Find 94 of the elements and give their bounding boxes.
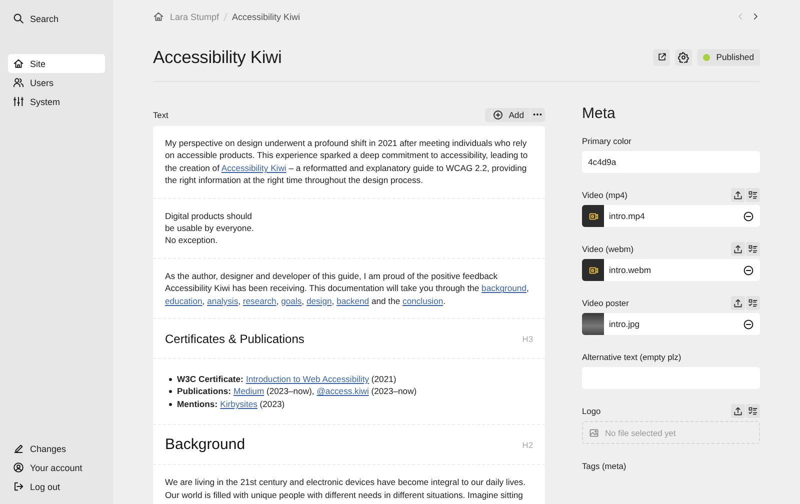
select-button[interactable] [746, 188, 760, 202]
checklist-icon [748, 244, 758, 254]
bullet-icon [169, 402, 172, 406]
remove-icon[interactable] [743, 264, 754, 276]
file-item[interactable]: intro.jpg [582, 313, 760, 335]
select-button[interactable] [746, 296, 760, 310]
link[interactable]: design [306, 296, 332, 306]
field-label: Video (webm) [582, 244, 634, 254]
bullet-icon [169, 390, 172, 394]
home-icon[interactable] [153, 11, 164, 22]
link[interactable]: @access.kiwi [316, 386, 369, 396]
link[interactable]: conclusion [402, 296, 444, 306]
field-label: Video poster [582, 298, 629, 308]
user-circle-icon [13, 462, 24, 473]
search-icon [13, 13, 24, 24]
text-input[interactable]: 4c4d9a [582, 151, 760, 173]
settings-icon [678, 52, 690, 62]
search-button[interactable]: Search [8, 9, 105, 28]
status-dot [703, 54, 710, 60]
edit-icon [13, 443, 24, 454]
file-name: intro.jpg [609, 319, 641, 329]
heading-level-label: H3 [522, 334, 533, 344]
checklist-icon [748, 298, 758, 308]
upload-icon [733, 244, 743, 254]
remove-icon[interactable] [743, 210, 754, 222]
upload-button[interactable] [731, 296, 745, 310]
open-external-button[interactable] [653, 48, 670, 66]
add-button[interactable]: Add [484, 110, 528, 120]
sidebar-item[interactable]: System [8, 92, 105, 111]
link[interactable]: background [482, 283, 526, 294]
link[interactable]: education [165, 296, 202, 306]
select-button[interactable] [746, 242, 760, 256]
paragraph: My perspective on design underwent a profound shift in 2021 after meeting individuals who rely on accessible products. This experience sparked a deep commitment to accessibility, leading to the creation of Accessibility Kiwi – a reformatted and explanatory guide to WCAG 2.2, providing the right information at the right time throughout the design process. [165, 137, 529, 187]
users-icon [13, 77, 24, 88]
field-label: Logo [582, 406, 601, 416]
sidebar-item[interactable]: Site [8, 54, 105, 73]
status-button[interactable]: Published [697, 48, 760, 66]
video-file-icon [588, 264, 598, 276]
image-icon [589, 428, 599, 438]
upload-icon [733, 298, 743, 308]
link[interactable]: backend [336, 296, 370, 306]
select-button[interactable] [746, 404, 760, 418]
link[interactable]: Accessibility Kiwi [221, 162, 286, 173]
field-label: Video (mp4) [582, 190, 628, 200]
link[interactable]: Introduction to Web Accessibility [246, 374, 370, 384]
photo-placeholder [582, 313, 604, 335]
list-item: Mentions: Kirbysites (2023) [177, 398, 285, 410]
checklist-icon [748, 190, 758, 200]
file-name: intro.mp4 [609, 211, 646, 221]
home-icon [13, 58, 24, 69]
link[interactable]: Medium [234, 386, 264, 396]
file-item[interactable]: intro.mp4 [582, 205, 760, 227]
sidebar-item[interactable]: Log out [8, 477, 105, 496]
link[interactable]: goals [281, 296, 302, 306]
upload-icon [733, 190, 743, 200]
logout-icon [13, 481, 24, 492]
upload-button[interactable] [731, 404, 745, 418]
field-label: Tags (meta) [582, 460, 626, 470]
file-item[interactable]: intro.webm [582, 259, 760, 281]
checklist-icon [748, 406, 758, 416]
page-title: Accessibility Kiwi [153, 46, 282, 68]
field-label: Primary color [582, 136, 632, 146]
breadcrumb-link[interactable]: Accessibility Kiwi [232, 12, 300, 22]
paragraph: As the author, designer and developer of this guide, I am proud of the positive feedback Accessibility Kiwi has been receiving. This documentation will take you through the background, education, analysis, research, goals, design, backend and the conclusion. [165, 270, 530, 308]
paragraph: We are living in the 21st century and electronic devices have become integral to our daily lives. Our world is filled with unique people with different needs in different situations. Imagine sitting [165, 476, 526, 502]
breadcrumb-link[interactable]: Lara Stumpf [170, 12, 220, 22]
more-icon[interactable] [530, 109, 543, 120]
list-item: W3C Certificate: Introduction to Web Accessibility (2021) [177, 373, 396, 386]
link[interactable]: Kirbysites [220, 398, 258, 409]
settings-button[interactable] [675, 48, 692, 66]
list-item: Publications: Medium (2023–now), @access.kiwi (2023–now) [177, 385, 417, 398]
upload-button[interactable] [731, 188, 745, 202]
paragraph: Digital products should be usable by everyone. No exception. [165, 210, 255, 247]
heading: Certificates & Publications [165, 332, 304, 346]
field-label: Alternative text (empty plz) [582, 352, 682, 362]
placeholder-text: No file selected yet [605, 428, 676, 438]
sidebar-item[interactable]: Your account [8, 458, 105, 477]
field-label: Text [153, 110, 168, 120]
link[interactable]: analysis [207, 296, 238, 306]
sidebar-item[interactable]: Changes [8, 439, 105, 458]
sliders-icon [13, 96, 24, 107]
upload-button[interactable] [731, 242, 745, 256]
link[interactable]: research [242, 296, 276, 306]
bullet-icon [169, 378, 172, 381]
chevron-right-icon[interactable] [751, 12, 760, 21]
heading-level-label: H2 [522, 440, 533, 450]
section-title: Meta [582, 107, 616, 121]
file-name: intro.webm [609, 265, 652, 275]
external-link-icon [656, 52, 667, 62]
upload-icon [733, 406, 743, 416]
video-file-icon [588, 210, 598, 222]
heading: Background [165, 436, 246, 454]
sidebar-item[interactable]: Users [8, 73, 105, 92]
remove-icon[interactable] [743, 318, 754, 330]
